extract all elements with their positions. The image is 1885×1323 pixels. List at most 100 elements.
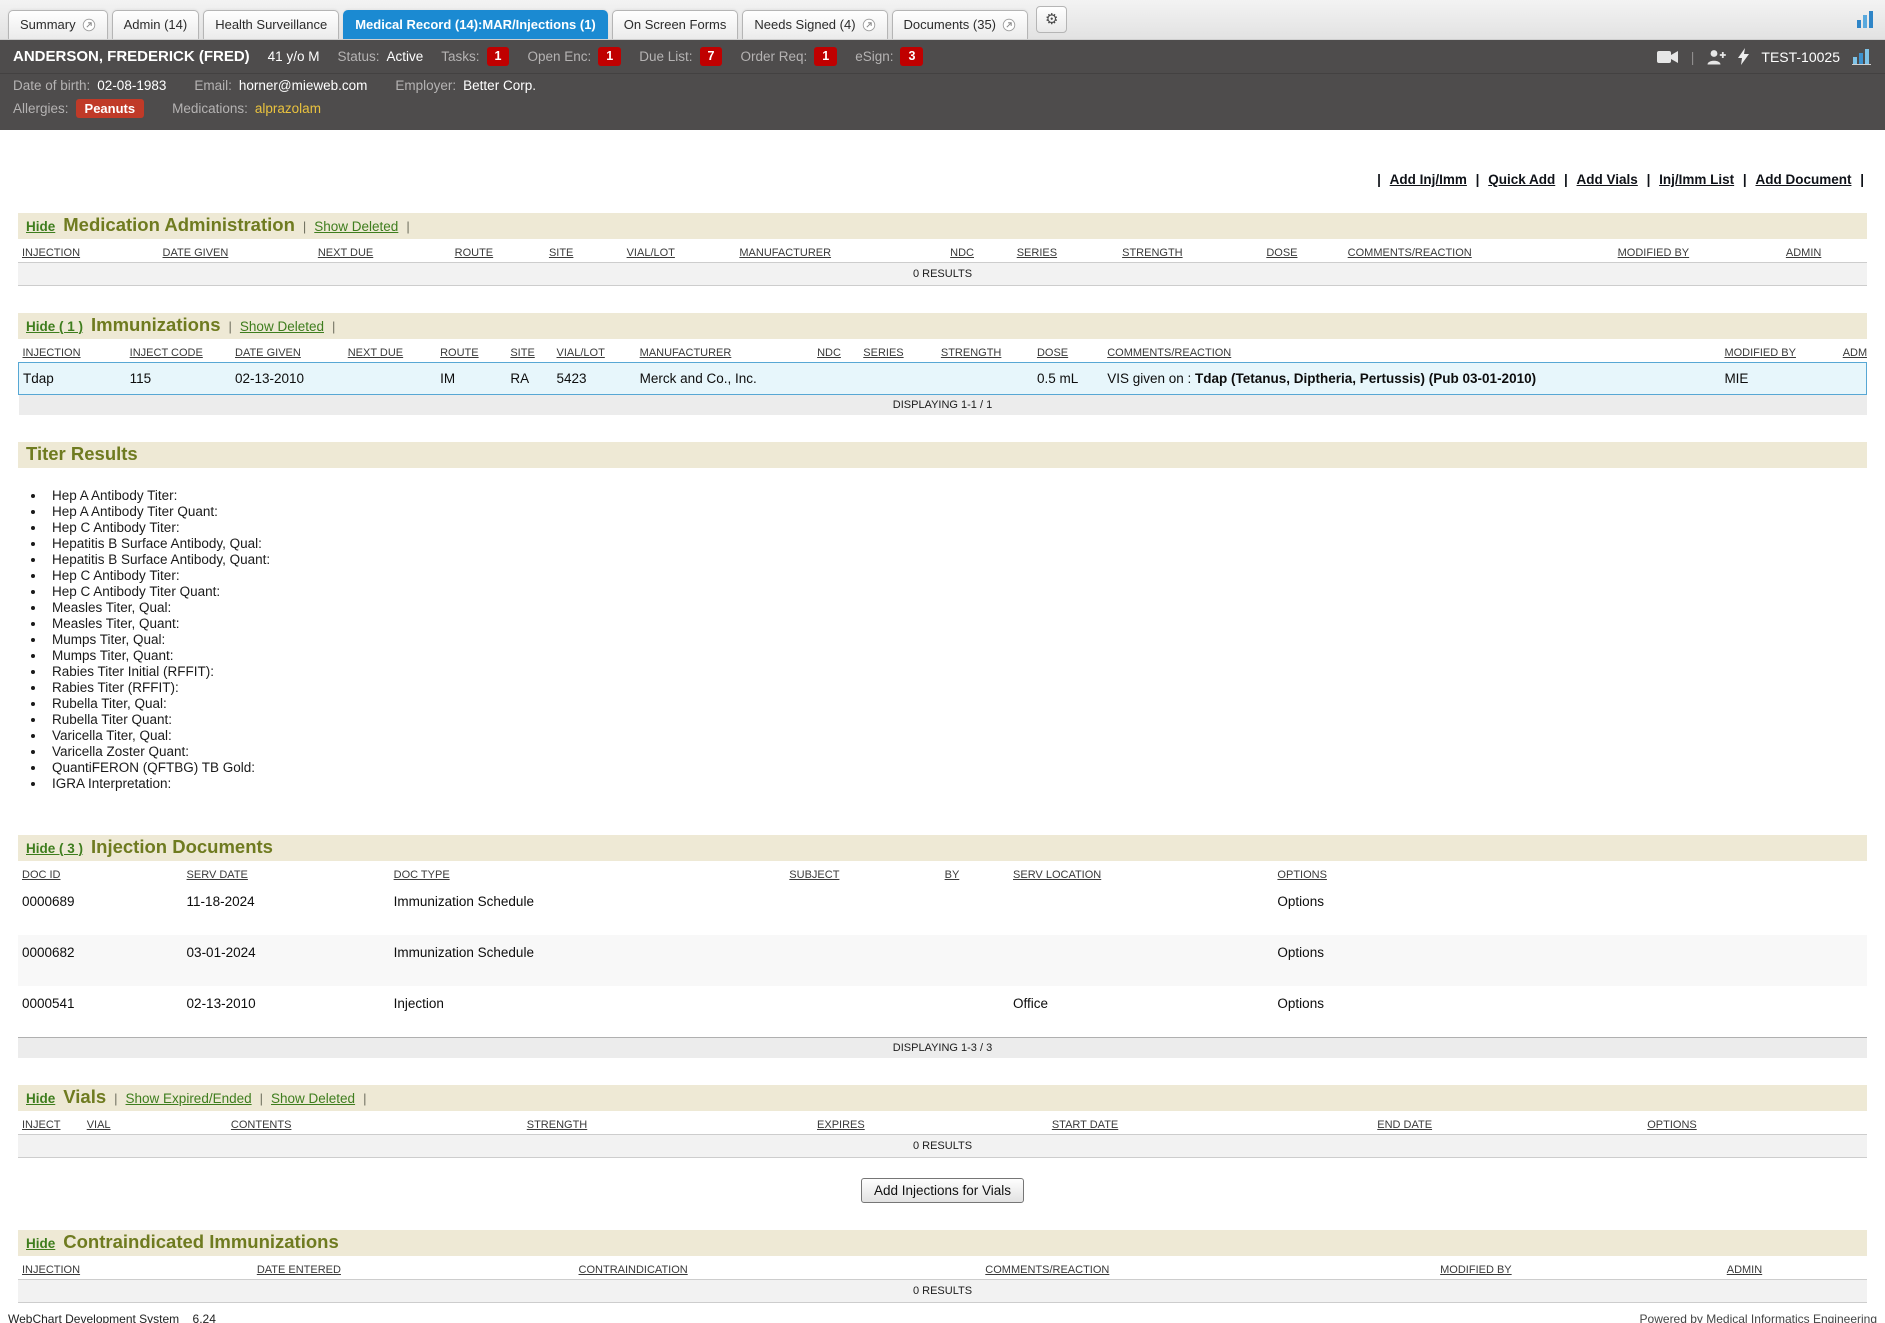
options-link[interactable]: Options xyxy=(1273,935,1867,986)
add-user-icon[interactable] xyxy=(1706,49,1726,65)
titer-item: Rubella Titer, Qual: xyxy=(46,696,1867,712)
col-header[interactable]: MANUFACTURER xyxy=(636,342,813,363)
add-document-link[interactable]: Add Document xyxy=(1755,172,1851,187)
tab-needs-signed[interactable]: Needs Signed (4) xyxy=(742,10,887,39)
col-header[interactable]: CONTENTS xyxy=(227,1114,523,1135)
col-header[interactable]: SERV LOCATION xyxy=(1009,864,1273,884)
immunizations-title: Immunizations xyxy=(91,314,221,336)
popout-icon[interactable] xyxy=(862,18,876,32)
tab-on-screen-forms[interactable]: On Screen Forms xyxy=(612,10,739,39)
hide-injection-documents-link[interactable]: Hide ( 3 ) xyxy=(26,841,83,856)
col-header[interactable]: INJECTION xyxy=(19,342,126,363)
quick-add-link[interactable]: Quick Add xyxy=(1488,172,1555,187)
inj-imm-list-link[interactable]: Inj/Imm List xyxy=(1659,172,1734,187)
col-header[interactable]: COMMENTS/REACTION xyxy=(981,1259,1436,1280)
col-header[interactable]: MODIFIED BY xyxy=(1720,342,1838,363)
tasks-badge[interactable]: 1 xyxy=(487,47,510,66)
col-header[interactable]: DOC TYPE xyxy=(390,864,786,884)
col-header[interactable]: MODIFIED BY xyxy=(1436,1259,1723,1280)
popout-icon[interactable] xyxy=(1002,18,1016,32)
col-header[interactable]: START DATE xyxy=(1048,1114,1373,1135)
stats-chart-icon[interactable] xyxy=(1855,10,1877,30)
col-header[interactable]: SERIES xyxy=(1013,242,1118,263)
tab-documents[interactable]: Documents (35) xyxy=(892,10,1028,39)
tab-admin[interactable]: Admin (14) xyxy=(112,10,200,39)
col-header[interactable]: COMMENTS/REACTION xyxy=(1344,242,1614,263)
col-header[interactable]: VIAL xyxy=(83,1114,227,1135)
hide-medication-administration-link[interactable]: Hide xyxy=(26,219,55,234)
col-header[interactable]: ROUTE xyxy=(436,342,506,363)
patient-chart-icon[interactable] xyxy=(1852,48,1872,65)
allergy-badge[interactable]: Peanuts xyxy=(76,99,145,118)
col-header[interactable]: MODIFIED BY xyxy=(1614,242,1782,263)
document-row[interactable]: 0000689 11-18-2024 Immunization Schedule… xyxy=(18,884,1867,935)
col-header[interactable]: INJECT CODE xyxy=(126,342,231,363)
hide-vials-link[interactable]: Hide xyxy=(26,1091,55,1106)
col-header[interactable]: COMMENTS/REACTION xyxy=(1103,342,1720,363)
col-header[interactable]: ADMIN xyxy=(1839,342,1867,363)
medication-value[interactable]: alprazolam xyxy=(255,101,321,116)
col-header[interactable]: VIAL/LOT xyxy=(623,242,736,263)
col-header[interactable]: DATE GIVEN xyxy=(231,342,344,363)
col-header[interactable]: STRENGTH xyxy=(937,342,1033,363)
col-header[interactable]: ADMIN xyxy=(1723,1259,1867,1280)
col-header[interactable]: DATE ENTERED xyxy=(253,1259,575,1280)
col-header[interactable]: SERV DATE xyxy=(183,864,390,884)
quick-action-lightning-icon[interactable] xyxy=(1738,48,1749,65)
show-deleted-link[interactable]: Show Deleted xyxy=(314,219,398,234)
hide-contraindicated-link[interactable]: Hide xyxy=(26,1236,55,1251)
esign-badge[interactable]: 3 xyxy=(900,47,923,66)
col-header[interactable]: DOSE xyxy=(1262,242,1343,263)
add-injections-for-vials-button[interactable]: Add Injections for Vials xyxy=(861,1178,1024,1203)
options-link[interactable]: Options xyxy=(1273,986,1867,1038)
popout-icon[interactable] xyxy=(82,18,96,32)
col-header[interactable]: NEXT DUE xyxy=(344,342,436,363)
col-header[interactable]: NEXT DUE xyxy=(314,242,451,263)
col-header[interactable]: INJECTION xyxy=(18,242,159,263)
col-header[interactable]: DOSE xyxy=(1033,342,1103,363)
col-header[interactable]: ROUTE xyxy=(451,242,545,263)
add-vials-link[interactable]: Add Vials xyxy=(1577,172,1638,187)
col-header[interactable]: END DATE xyxy=(1373,1114,1643,1135)
col-header[interactable]: SITE xyxy=(545,242,623,263)
open-enc-badge[interactable]: 1 xyxy=(598,47,621,66)
tab-medical-record-mar-injections[interactable]: Medical Record (14):MAR/Injections (1) xyxy=(343,10,608,39)
col-header[interactable]: INJECTION xyxy=(18,1259,253,1280)
order-req-badge[interactable]: 1 xyxy=(814,47,837,66)
col-header[interactable]: OPTIONS xyxy=(1643,1114,1867,1135)
col-header[interactable]: NDC xyxy=(946,242,1013,263)
show-expired-ended-link[interactable]: Show Expired/Ended xyxy=(126,1091,252,1106)
hide-immunizations-link[interactable]: Hide ( 1 ) xyxy=(26,319,83,334)
document-row[interactable]: 0000541 02-13-2010 Injection Office Opti… xyxy=(18,986,1867,1038)
site-cell: RA xyxy=(506,363,552,395)
show-deleted-link[interactable]: Show Deleted xyxy=(240,319,324,334)
col-header[interactable]: STRENGTH xyxy=(1118,242,1262,263)
col-header[interactable]: STRENGTH xyxy=(523,1114,813,1135)
col-header[interactable]: DOC ID xyxy=(18,864,183,884)
immunization-row[interactable]: Tdap 115 02-13-2010 IM RA 5423 Merck and… xyxy=(19,363,1867,395)
due-list-badge[interactable]: 7 xyxy=(700,47,723,66)
vials-button-row: Add Injections for Vials xyxy=(18,1178,1867,1203)
col-header[interactable]: SUBJECT xyxy=(785,864,940,884)
col-header[interactable]: DATE GIVEN xyxy=(159,242,314,263)
col-header[interactable]: MANUFACTURER xyxy=(735,242,946,263)
col-header[interactable]: OPTIONS xyxy=(1273,864,1867,884)
col-header[interactable]: VIAL/LOT xyxy=(553,342,636,363)
show-deleted-link[interactable]: Show Deleted xyxy=(271,1091,355,1106)
col-header[interactable]: EXPIRES xyxy=(813,1114,1048,1135)
col-header[interactable]: CONTRAINDICATION xyxy=(575,1259,982,1280)
video-call-icon[interactable] xyxy=(1657,50,1679,64)
tab-health-surveillance[interactable]: Health Surveillance xyxy=(203,10,339,39)
options-link[interactable]: Options xyxy=(1273,884,1867,935)
col-header[interactable]: BY xyxy=(941,864,1009,884)
col-header[interactable]: NDC xyxy=(813,342,859,363)
add-inj-imm-link[interactable]: Add Inj/Imm xyxy=(1390,172,1467,187)
tab-summary[interactable]: Summary xyxy=(8,10,108,39)
settings-button[interactable]: ⚙ xyxy=(1036,6,1067,33)
tab-label: On Screen Forms xyxy=(624,17,727,32)
col-header[interactable]: ADMIN xyxy=(1782,242,1867,263)
document-row[interactable]: 0000682 03-01-2024 Immunization Schedule… xyxy=(18,935,1867,986)
col-header[interactable]: INJECT xyxy=(18,1114,83,1135)
col-header[interactable]: SITE xyxy=(506,342,552,363)
col-header[interactable]: SERIES xyxy=(859,342,937,363)
